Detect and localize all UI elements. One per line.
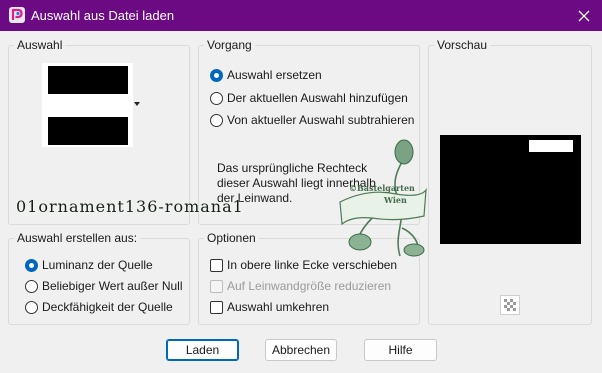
title-bar: Auswahl aus Datei laden — [0, 0, 602, 31]
checkbox-box — [210, 279, 223, 293]
radio-dot — [210, 91, 223, 105]
checkbox-box — [210, 300, 223, 314]
selection-thumbnail-top-bar — [48, 66, 128, 94]
radio-label: Der aktuellen Auswahl hinzufügen — [227, 91, 408, 105]
checkerboard-icon — [504, 299, 516, 311]
stamp-line-1: ©Bastelgarten — [349, 183, 415, 193]
window-title: Auswahl aus Datei laden — [31, 8, 175, 23]
radio-label: Deckfähigkeit der Quelle — [42, 300, 173, 314]
chevron-down-icon[interactable] — [134, 102, 140, 106]
radio-dot — [25, 300, 38, 314]
selection-thumbnail-dropdown[interactable] — [42, 63, 133, 147]
radio-label: Luminanz der Quelle — [42, 258, 153, 272]
vorschau-group-title: Vorschau — [434, 38, 491, 52]
help-button[interactable]: Hilfe — [364, 339, 437, 361]
auswahl-group-title: Auswahl — [14, 38, 66, 52]
radio-luminanz[interactable]: Luminanz der Quelle — [25, 258, 153, 272]
cancel-button[interactable]: Abbrechen — [265, 339, 337, 361]
stamp-line-2: Wien — [384, 195, 407, 205]
radio-auswahl-subtrahieren[interactable]: Von aktueller Auswahl subtrahieren — [210, 113, 414, 127]
radio-dot — [210, 113, 223, 127]
erstellen-group-title: Auswahl erstellen aus: — [14, 231, 141, 245]
radio-beliebiger-wert[interactable]: Beliebiger Wert außer Null — [25, 279, 183, 293]
radio-dot — [25, 258, 38, 272]
radio-dot — [25, 279, 38, 293]
close-icon — [578, 10, 590, 21]
checkbox-auswahl-umkehren[interactable]: Auswahl umkehren — [210, 300, 329, 314]
checkbox-leinwandgroesse: Auf Leinwandgröße reduzieren — [210, 279, 391, 293]
radio-auswahl-hinzufuegen[interactable]: Der aktuellen Auswahl hinzufügen — [210, 91, 408, 105]
radio-dot — [210, 68, 223, 82]
radio-deckfaehigkeit[interactable]: Deckfähigkeit der Quelle — [25, 300, 173, 314]
radio-label: Von aktueller Auswahl subtrahieren — [227, 113, 415, 127]
ornament-watermark-image — [339, 139, 427, 257]
checkbox-label: Auswahl umkehren — [227, 300, 330, 314]
load-button[interactable]: Laden — [166, 339, 239, 361]
preview-selection-area — [529, 140, 573, 152]
checkbox-box — [210, 258, 223, 272]
vorgang-group-title: Vorgang — [204, 38, 255, 52]
watermark-filename: 01ornament136-romana1 — [16, 197, 244, 216]
transparency-toggle-button[interactable] — [500, 295, 520, 315]
checkbox-label: In obere linke Ecke verschieben — [227, 258, 398, 272]
optionen-group-title: Optionen — [204, 231, 259, 245]
checkbox-label: Auf Leinwandgröße reduzieren — [227, 279, 392, 293]
close-button[interactable] — [566, 0, 602, 31]
selection-thumbnail-bottom-bar — [48, 117, 128, 145]
radio-label: Beliebiger Wert außer Null — [42, 279, 183, 293]
checkbox-obere-linke-ecke[interactable]: In obere linke Ecke verschieben — [210, 258, 397, 272]
app-icon — [9, 7, 25, 23]
radio-label: Auswahl ersetzen — [227, 68, 322, 82]
radio-auswahl-ersetzen[interactable]: Auswahl ersetzen — [210, 68, 322, 82]
